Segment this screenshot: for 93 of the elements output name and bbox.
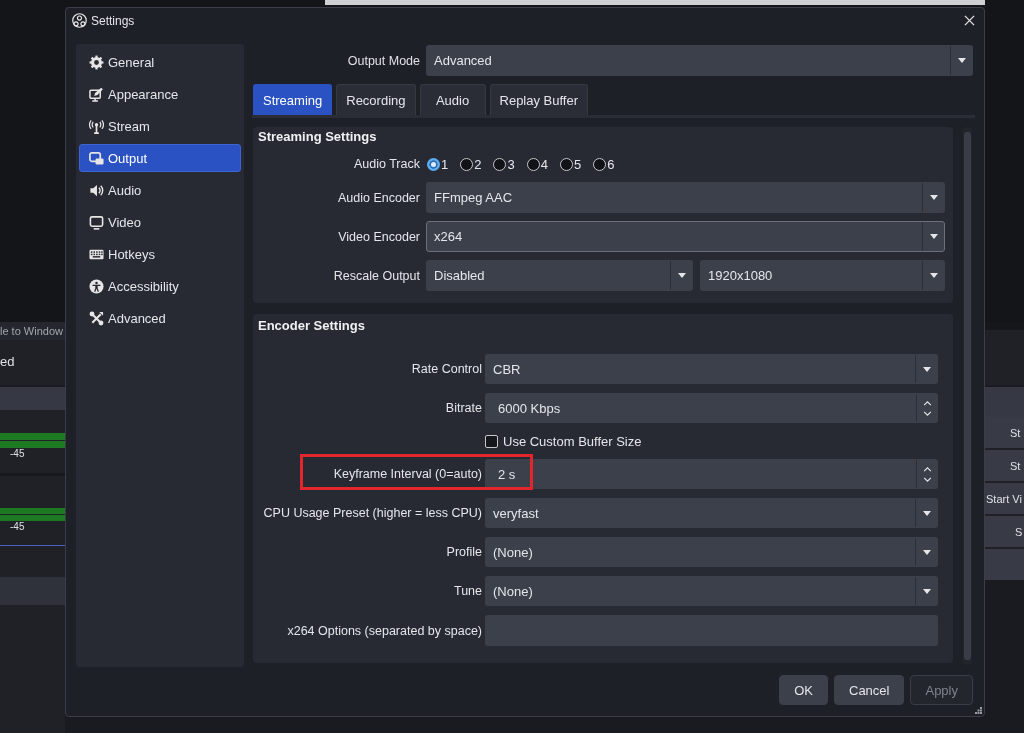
field-label: Audio Track	[353, 156, 420, 172]
field-label: Bitrate	[444, 400, 482, 416]
field-label: Output Mode	[346, 53, 420, 68]
radio-icon[interactable]	[559, 157, 573, 171]
meter-scale-label: -45	[10, 521, 25, 533]
radio-option[interactable]: 6	[593, 156, 615, 172]
dropdown[interactable]: 1920x1080	[700, 260, 945, 291]
spinbox[interactable]: 6000 Kbps	[485, 393, 938, 423]
checkbox-icon[interactable]	[485, 434, 498, 448]
radio-icon[interactable]	[427, 157, 440, 171]
group-title: Encoder Settings	[258, 317, 366, 335]
accessibility-icon	[89, 278, 104, 294]
tab[interactable]: Replay Buffer	[489, 84, 589, 115]
field-label: Video Encoder	[337, 228, 420, 245]
field-label: Tune	[452, 583, 482, 599]
dropdown[interactable]: x264	[426, 221, 945, 252]
caret-icon	[922, 510, 931, 516]
radio-option[interactable]: 4	[526, 156, 548, 172]
chevron-up-icon[interactable]	[922, 466, 932, 472]
field-label: x264 Options (separated by space)	[286, 622, 482, 639]
radio-option[interactable]: 1	[427, 156, 449, 172]
gear-icon	[89, 54, 104, 70]
control-button[interactable]: S	[985, 516, 1024, 547]
field-label: Keyframe Interval (0=auto)	[332, 466, 482, 482]
monitor-brush-icon	[89, 86, 104, 102]
dropdown[interactable]: FFmpeg AAC	[426, 182, 945, 213]
caret-icon	[929, 234, 938, 239]
field-label: Rate Control	[410, 361, 482, 377]
scrollbar[interactable]	[963, 127, 972, 665]
chevron-up-icon[interactable]	[922, 400, 932, 406]
field-label: CPU Usage Preset (higher = less CPU)	[262, 505, 482, 521]
sidebar-item[interactable]: Hotkeys	[79, 240, 241, 268]
screens-icon	[89, 150, 104, 166]
meter-scale-label: -45	[10, 448, 25, 460]
antenna-icon	[89, 118, 104, 134]
dropdown[interactable]: veryfast	[485, 498, 938, 528]
sidebar-item[interactable]: Video	[79, 208, 241, 236]
monitor-icon	[89, 214, 104, 230]
checkbox-option[interactable]: Use Custom Buffer Size	[485, 432, 642, 450]
audio-meter	[0, 508, 65, 521]
dock-title: le to Window	[0, 322, 65, 340]
sidebar-item[interactable]: Appearance	[79, 80, 241, 108]
control-button[interactable]: St	[985, 417, 1024, 448]
chevron-down-icon[interactable]	[922, 476, 932, 482]
field-label: Profile	[445, 544, 482, 560]
audio-meter	[0, 433, 65, 448]
group-title: Streaming Settings	[258, 128, 378, 146]
control-button[interactable]: St	[985, 450, 1024, 481]
caret-icon	[922, 588, 931, 594]
chevron-down-icon[interactable]	[922, 410, 932, 416]
dropdown[interactable]: CBR	[485, 354, 938, 384]
tab[interactable]: Streaming	[253, 84, 333, 115]
input-field[interactable]	[485, 615, 938, 646]
sidebar-item[interactable]: General	[79, 48, 241, 76]
radio-option[interactable]: 5	[559, 156, 582, 172]
dropdown[interactable]: Disabled	[426, 260, 693, 291]
radio-icon[interactable]	[460, 157, 474, 171]
radio-option[interactable]: 2	[460, 156, 482, 172]
sidebar-item[interactable]: Audio	[79, 176, 241, 204]
speaker-icon	[89, 182, 104, 198]
caret-icon	[929, 195, 938, 200]
scrollbar-thumb[interactable]	[964, 132, 971, 660]
field-label: Rescale Output	[332, 267, 420, 284]
caret-icon	[677, 273, 686, 278]
dropdown[interactable]: (None)	[485, 576, 938, 606]
spinbox[interactable]: 2 s	[485, 459, 938, 489]
cancel-button[interactable]: Cancel	[834, 675, 905, 705]
panel-text: ed	[0, 354, 15, 369]
sidebar-item[interactable]: Accessibility	[79, 272, 241, 300]
caret-icon	[922, 366, 931, 372]
tab[interactable]: Recording	[336, 84, 416, 115]
control-button[interactable]: Start Vi	[985, 483, 1024, 514]
dock-toolbar	[0, 577, 65, 605]
close-icon[interactable]	[964, 15, 975, 26]
field-label: Audio Encoder	[337, 189, 420, 206]
caret-icon	[929, 273, 938, 278]
window-title: Settings	[91, 13, 135, 28]
resize-grip-icon[interactable]	[975, 707, 982, 714]
sidebar-item[interactable]: Output	[79, 144, 241, 172]
radio-icon[interactable]	[493, 157, 507, 171]
radio-option[interactable]: 3	[493, 156, 515, 172]
dropdown[interactable]: (None)	[485, 537, 938, 567]
radio-icon[interactable]	[526, 157, 540, 171]
caret-icon	[957, 58, 966, 63]
tools-icon	[89, 310, 104, 326]
caret-icon	[922, 549, 931, 555]
logo-icon	[72, 13, 87, 28]
radio-icon[interactable]	[593, 157, 607, 171]
ok-button[interactable]: OK	[779, 675, 828, 705]
dropdown[interactable]: Advanced	[426, 45, 973, 76]
sidebar-item[interactable]: Stream	[79, 112, 241, 140]
tab[interactable]: Audio	[419, 84, 486, 115]
sidebar-item[interactable]: Advanced	[79, 304, 241, 332]
